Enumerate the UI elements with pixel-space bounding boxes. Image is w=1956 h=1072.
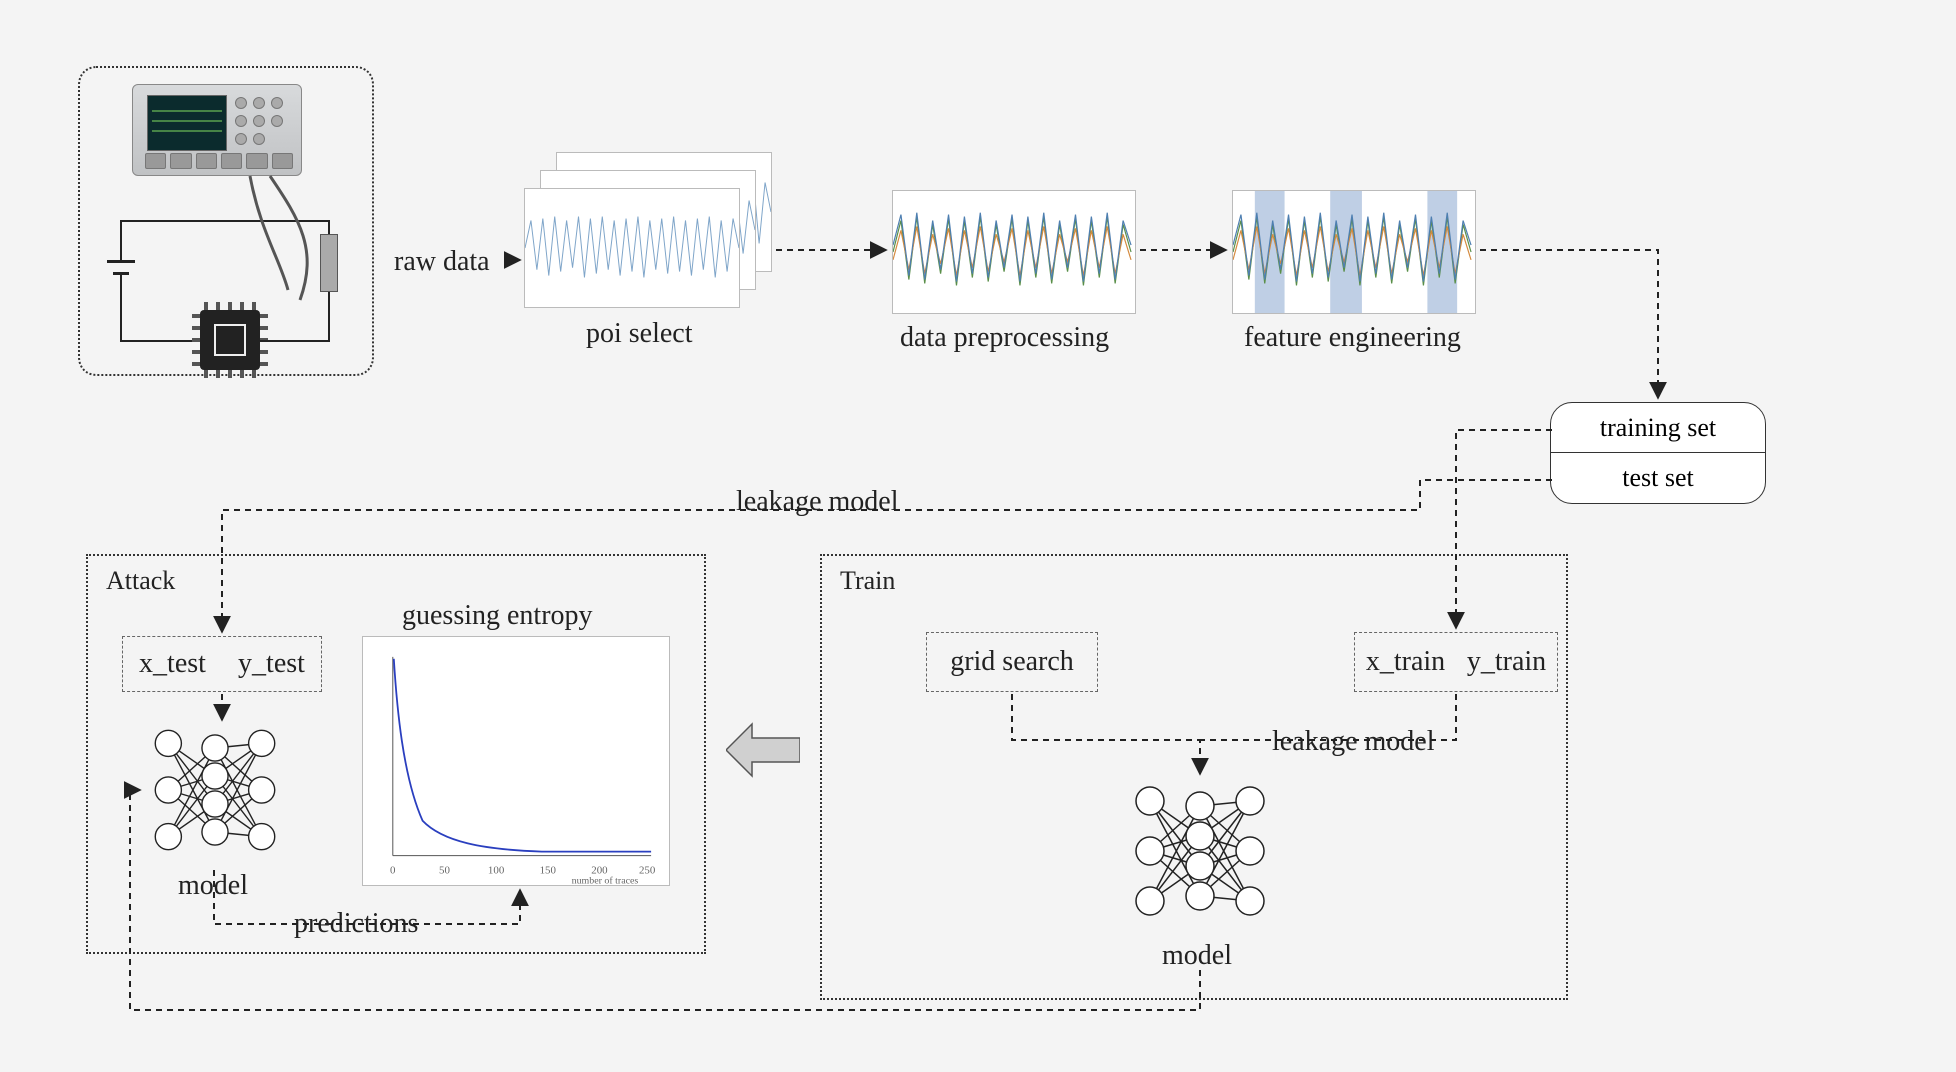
attack-box-title: Attack [106, 566, 175, 596]
svg-text:0: 0 [390, 864, 396, 876]
feature-panel [1232, 190, 1476, 314]
poi-panel-1 [524, 188, 740, 308]
svg-text:150: 150 [540, 864, 557, 876]
xtrain-label: x_train [1366, 646, 1445, 678]
attack-model-label: model [178, 870, 248, 902]
test-set-label: test set [1551, 453, 1765, 503]
predictions-label: predictions [294, 908, 418, 940]
train-box-title: Train [840, 566, 895, 596]
grid-search-label: grid search [950, 646, 1074, 678]
preprocessing-panel [892, 190, 1136, 314]
ytest-label: y_test [238, 648, 305, 680]
guessing-entropy-chart: 0 50 100 150 200 250 number of traces [362, 636, 670, 886]
svg-text:100: 100 [488, 864, 505, 876]
train-model-label: model [1162, 940, 1232, 972]
train-data-box: x_train y_train [1354, 632, 1558, 692]
xtest-label: x_test [139, 648, 206, 680]
svg-text:250: 250 [639, 864, 656, 876]
preprocessing-label: data preprocessing [900, 322, 1109, 354]
train-neural-net-icon [1120, 776, 1280, 926]
attack-neural-net-icon [140, 720, 290, 860]
leakage-model-edge-label: leakage model [736, 486, 898, 518]
dataset-split-box: training set test set [1550, 402, 1766, 504]
diagram-canvas: raw data poi select data preprocessing [0, 0, 1956, 1072]
oscilloscope-icon [132, 84, 302, 176]
svg-text:number of traces: number of traces [572, 875, 639, 885]
poi-select-label: poi select [586, 318, 693, 350]
circuit-icon [100, 210, 350, 360]
raw-data-label: raw data [394, 246, 490, 278]
grid-search-box: grid search [926, 632, 1098, 692]
train-leakage-label: leakage model [1272, 726, 1434, 758]
transfer-arrow-icon [726, 720, 800, 780]
guessing-entropy-label: guessing entropy [402, 600, 593, 632]
feature-label: feature engineering [1244, 322, 1461, 354]
ytrain-label: y_train [1467, 646, 1546, 678]
test-data-box: x_test y_test [122, 636, 322, 692]
svg-text:50: 50 [439, 864, 450, 876]
training-set-label: training set [1551, 403, 1765, 453]
